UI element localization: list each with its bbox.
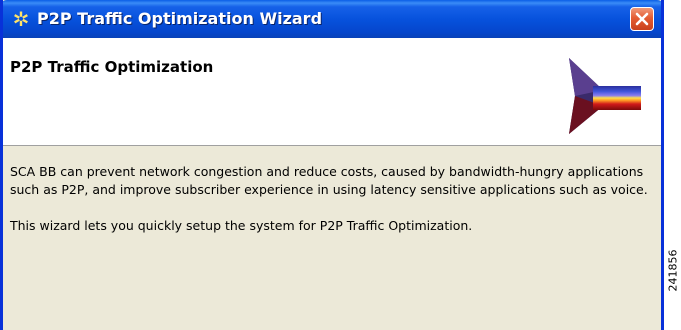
window-title: P2P Traffic Optimization Wizard <box>37 9 323 28</box>
figure-id-label: 241856 <box>666 249 680 292</box>
wizard-description: SCA BB can prevent network congestion an… <box>10 163 650 253</box>
title-bar[interactable]: ✲ P2P Traffic Optimization Wizard <box>3 0 661 38</box>
wizard-app-icon: ✲ <box>12 7 30 31</box>
description-paragraph-2: This wizard lets you quickly setup the s… <box>10 218 473 233</box>
wizard-header: P2P Traffic Optimization <box>3 38 661 146</box>
wizard-arrow-banner-icon <box>569 58 641 134</box>
close-icon <box>635 12 649 26</box>
wizard-window: ✲ P2P Traffic Optimization Wizard P2P Tr… <box>0 0 664 330</box>
figure-id: 241856 <box>665 241 680 301</box>
description-paragraph-1: SCA BB can prevent network congestion an… <box>10 164 648 197</box>
close-button[interactable] <box>630 7 654 31</box>
page-title: P2P Traffic Optimization <box>10 58 214 76</box>
